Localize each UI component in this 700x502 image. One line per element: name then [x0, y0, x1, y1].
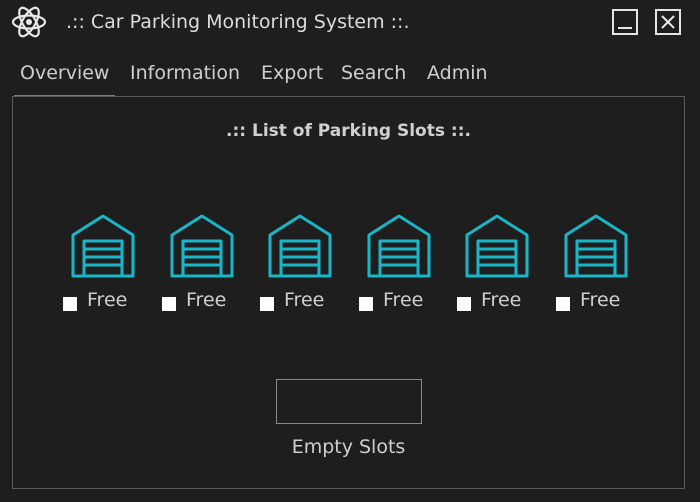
garage-icon — [268, 214, 332, 278]
slot-status-label: Free — [186, 289, 227, 311]
slot-checkbox[interactable] — [556, 297, 570, 311]
minimize-button[interactable] — [612, 9, 638, 35]
empty-slots-label: Empty Slots — [291, 436, 406, 458]
window-title: .:: Car Parking Monitoring System ::. — [66, 11, 410, 33]
atom-icon — [11, 6, 47, 38]
slot-checkbox[interactable] — [359, 297, 373, 311]
empty-slots-field — [276, 379, 422, 424]
tab-information[interactable]: Information — [130, 62, 240, 84]
tab-admin[interactable]: Admin — [427, 62, 488, 84]
slot-checkbox[interactable] — [457, 297, 471, 311]
slot-checkbox[interactable] — [260, 297, 274, 311]
tab-export[interactable]: Export — [261, 62, 323, 84]
slot-status-label: Free — [580, 289, 621, 311]
garage-icon — [564, 214, 628, 278]
parking-slot-4: Free — [359, 213, 439, 323]
close-button[interactable] — [655, 9, 681, 35]
garage-icon — [71, 214, 135, 278]
slot-status-label: Free — [383, 289, 424, 311]
garage-icon — [170, 214, 234, 278]
parking-slot-3: Free — [260, 213, 340, 323]
tab-overview[interactable]: Overview — [13, 62, 116, 97]
slot-status-label: Free — [284, 289, 325, 311]
garage-icon — [465, 214, 529, 278]
parking-slot-5: Free — [457, 213, 537, 323]
slot-checkbox[interactable] — [63, 297, 77, 311]
slot-status-label: Free — [481, 289, 522, 311]
overview-panel: .:: List of Parking Slots ::. Free Free — [12, 96, 685, 489]
parking-slot-1: Free — [63, 213, 143, 323]
tab-search[interactable]: Search — [341, 62, 406, 84]
close-icon — [661, 15, 675, 29]
slot-status-label: Free — [87, 289, 128, 311]
parking-slot-2: Free — [162, 213, 242, 323]
garage-icon — [367, 214, 431, 278]
slot-checkbox[interactable] — [162, 297, 176, 311]
parking-slot-6: Free — [556, 213, 636, 323]
panel-heading: .:: List of Parking Slots ::. — [226, 121, 471, 141]
title-bar: .:: Car Parking Monitoring System ::. — [0, 0, 700, 46]
